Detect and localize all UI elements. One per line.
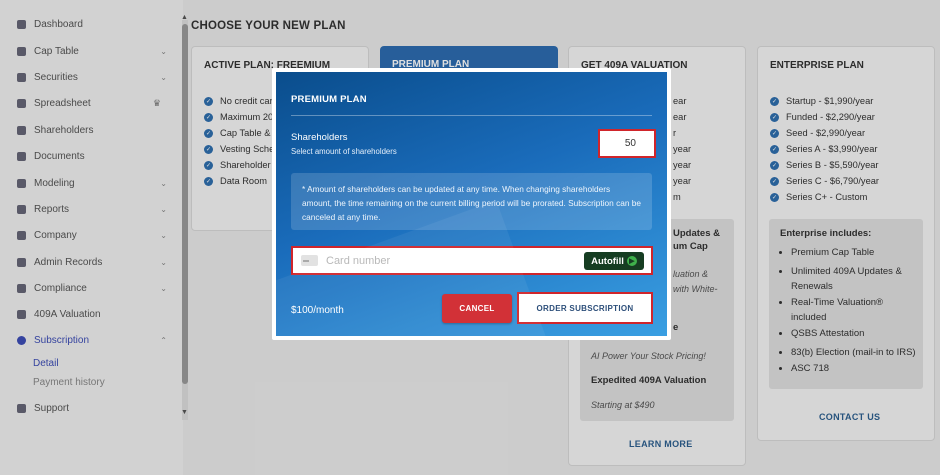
price-label: $100/month: [291, 305, 344, 316]
autofill-label: Autofill: [591, 255, 624, 267]
arrow-right-icon: ▶: [626, 256, 637, 266]
shareholders-sublabel: Select amount of shareholders: [291, 147, 397, 156]
divider: [291, 115, 652, 116]
autofill-button[interactable]: Autofill ▶: [584, 252, 644, 270]
modal-body: PREMIUM PLAN Shareholders Select amount …: [276, 72, 667, 336]
shareholders-input[interactable]: 50: [598, 129, 656, 158]
subscription-modal: PREMIUM PLAN Shareholders Select amount …: [272, 68, 671, 340]
info-notice: * Amount of shareholders can be updated …: [291, 173, 652, 230]
card-number-placeholder: Card number: [326, 254, 391, 267]
shareholders-label: Shareholders: [291, 132, 348, 143]
modal-title: PREMIUM PLAN: [291, 94, 367, 105]
cancel-button[interactable]: CANCEL: [442, 294, 512, 323]
card-number-field[interactable]: Card number Autofill ▶: [291, 246, 653, 275]
order-subscription-button[interactable]: ORDER SUBSCRIPTION: [517, 292, 653, 324]
credit-card-icon: [301, 255, 318, 266]
